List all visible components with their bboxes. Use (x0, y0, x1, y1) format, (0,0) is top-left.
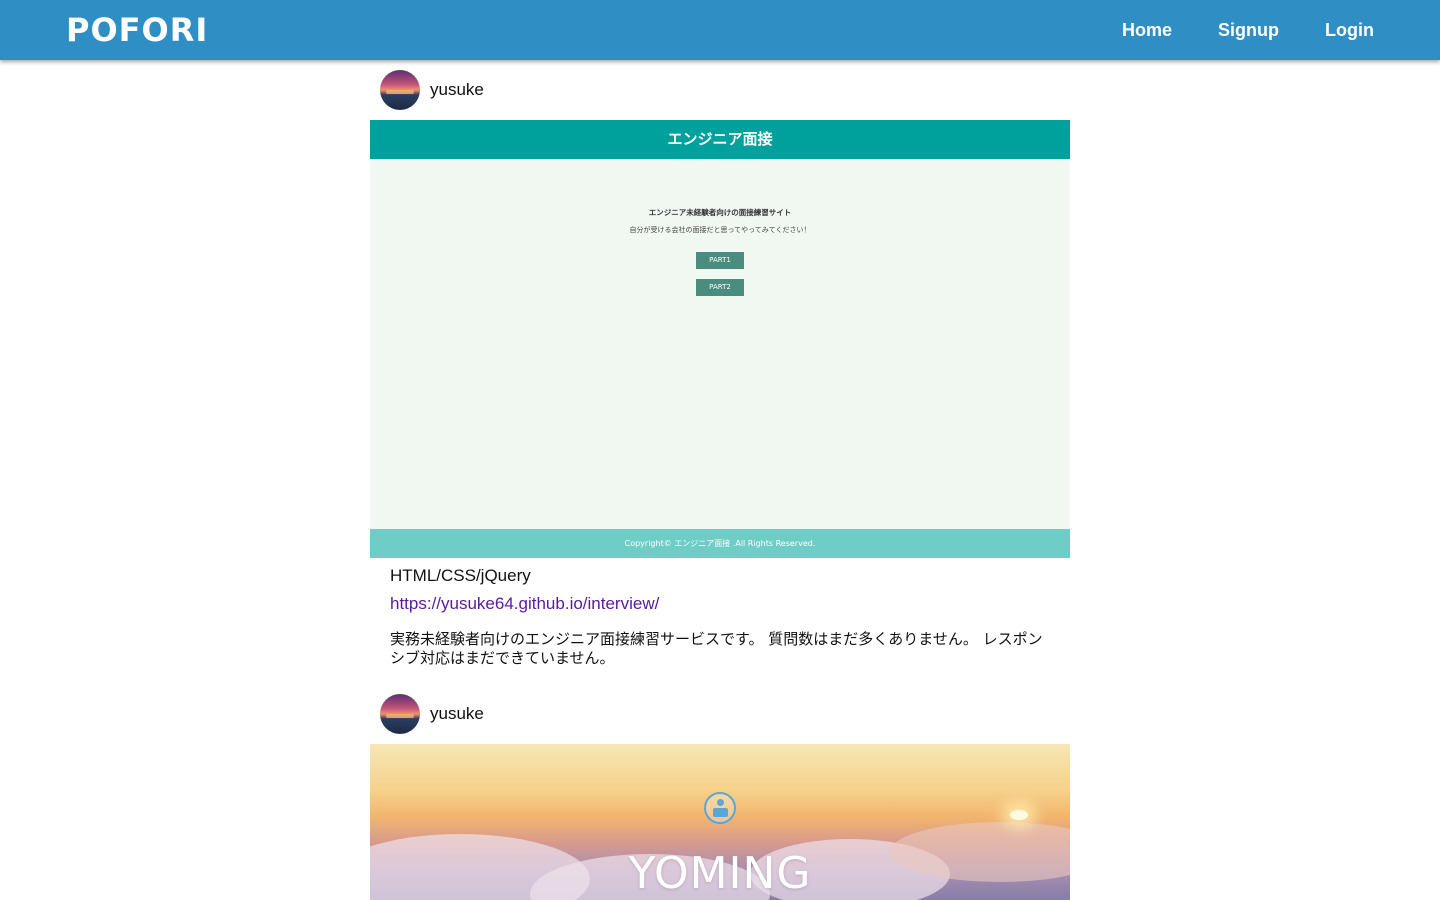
screenshot-part1-button: PART1 (696, 252, 744, 269)
portfolio-link[interactable]: https://yusuke64.github.io/interview/ (390, 594, 1050, 614)
post-card: yusuke YOMING (370, 684, 1070, 900)
screenshot-title: YOMING (628, 848, 812, 899)
post-body: HTML/CSS/jQuery https://yusuke64.github.… (370, 558, 1070, 674)
screenshot-subtitle: 自分が受ける会社の面接だと思ってやってみてください！ (629, 226, 811, 234)
portfolio-screenshot[interactable]: エンジニア面接 エンジニア未経験者向けの面接練習サイト 自分が受ける会社の面接だ… (370, 120, 1070, 558)
nav-link-signup[interactable]: Signup (1218, 20, 1279, 41)
nav-links: Home Signup Login (1122, 0, 1374, 60)
screenshot-title: エンジニア未経験者向けの面接練習サイト (648, 208, 792, 217)
screenshot-footer: Copyright© エンジニア面接 .All Rights Reserved. (370, 529, 1070, 558)
nav-link-home[interactable]: Home (1122, 20, 1172, 41)
screenshot-part2-button: PART2 (696, 279, 744, 296)
post-card: yusuke エンジニア面接 エンジニア未経験者向けの面接練習サイト 自分が受け… (370, 60, 1070, 674)
navbar: POFORI Home Signup Login (0, 0, 1440, 60)
reader-icon (704, 792, 736, 824)
nav-link-login[interactable]: Login (1325, 20, 1374, 41)
username[interactable]: yusuke (430, 704, 484, 724)
portfolio-feed: yusuke エンジニア面接 エンジニア未経験者向けの面接練習サイト 自分が受け… (370, 60, 1070, 900)
screenshot-header: エンジニア面接 (370, 120, 1070, 159)
avatar[interactable] (380, 694, 420, 734)
post-description: 実務未経験者向けのエンジニア面接練習サービスです。 質問数はまだ多くありません。… (390, 630, 1043, 667)
portfolio-screenshot[interactable]: YOMING (370, 744, 1070, 900)
tech-stack: HTML/CSS/jQuery (390, 566, 531, 585)
post-header: yusuke (370, 60, 1070, 120)
brand-logo[interactable]: POFORI (66, 10, 208, 50)
post-header: yusuke (370, 684, 1070, 744)
avatar[interactable] (380, 70, 420, 110)
username[interactable]: yusuke (430, 80, 484, 100)
sun-glow (1010, 810, 1028, 820)
